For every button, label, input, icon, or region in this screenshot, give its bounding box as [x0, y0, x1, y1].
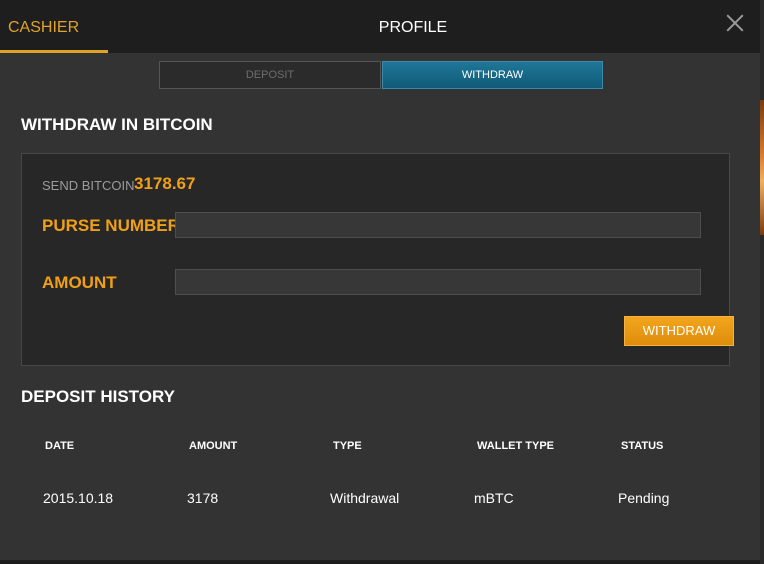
withdraw-tab-button[interactable]: WITHDRAW [382, 61, 603, 89]
purse-number-label: PURSE NUMBER [42, 216, 180, 235]
row-wallet-type: mBTC [474, 490, 514, 506]
column-header-status: STATUS [621, 440, 664, 452]
purse-number-input[interactable] [175, 212, 701, 238]
withdraw-section-title: WITHDRAW IN BITCOIN [21, 115, 213, 134]
deposit-tab-button[interactable]: DEPOSIT [159, 61, 381, 89]
top-navigation: CASHIER PROFILE [0, 0, 760, 53]
column-header-amount: AMOUNT [189, 440, 238, 452]
amount-label: AMOUNT [42, 273, 117, 292]
column-header-date: DATE [45, 440, 75, 452]
amount-input[interactable] [175, 269, 701, 295]
close-icon[interactable] [724, 12, 746, 34]
tab-profile[interactable]: PROFILE [360, 0, 466, 53]
column-header-type: TYPE [333, 440, 362, 452]
tab-cashier[interactable]: CASHIER [0, 0, 108, 53]
row-amount: 3178 [187, 490, 219, 506]
withdraw-submit-button[interactable]: WITHDRAW [624, 316, 734, 346]
column-header-wallet-type: WALLET TYPE [477, 440, 554, 452]
cashier-window: CASHIER PROFILE DEPOSIT WITHDRAW WITHDRA… [0, 0, 762, 562]
background-glow [760, 100, 764, 235]
send-bitcoin-amount: 3178.67 [134, 174, 196, 193]
row-date: 2015.10.18 [43, 490, 114, 506]
send-bitcoin-label: SEND BITCOIN [42, 178, 135, 193]
background-edge [760, 0, 764, 564]
row-status: Pending [618, 490, 670, 506]
deposit-history-title: DEPOSIT HISTORY [21, 387, 175, 406]
row-type: Withdrawal [330, 490, 400, 506]
